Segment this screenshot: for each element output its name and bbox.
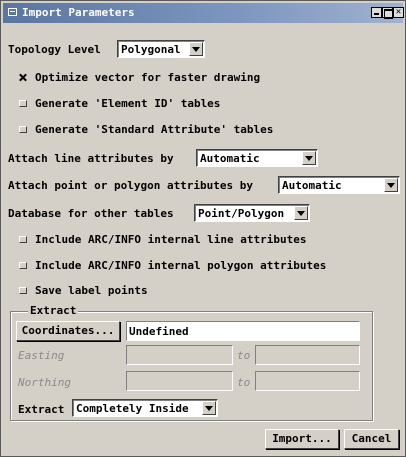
cancel-button[interactable]: Cancel <box>344 429 399 449</box>
topology-level-dropdown[interactable]: Polygonal <box>117 40 205 58</box>
easting-to-label: to <box>237 349 251 362</box>
maximize-icon[interactable] <box>382 7 393 19</box>
import-parameters-dialog: Import Parameters ✕ Topology Level Polyg… <box>0 0 406 457</box>
checkmark-icon[interactable] <box>19 74 27 81</box>
chevron-down-icon[interactable] <box>302 151 316 165</box>
extract-mode-label: Extract <box>18 403 65 416</box>
checkbox-icon[interactable] <box>19 100 27 107</box>
chevron-down-icon[interactable] <box>294 206 308 220</box>
database-value: Point/Polygon <box>198 207 285 220</box>
extract-mode-value: Completely Inside <box>76 402 189 415</box>
database-dropdown[interactable]: Point/Polygon <box>194 204 310 222</box>
window-menu-icon[interactable] <box>8 8 17 16</box>
import-button[interactable]: Import... <box>265 429 339 449</box>
topology-level-value: Polygonal <box>121 43 181 56</box>
chevron-down-icon[interactable] <box>384 178 398 192</box>
checkbox-icon[interactable] <box>19 262 27 269</box>
extract-mode-dropdown[interactable]: Completely Inside <box>72 399 218 417</box>
attach-line-label: Attach line attributes by <box>8 152 174 165</box>
save-label-points-label: Save label points <box>35 284 148 297</box>
chevron-down-icon[interactable] <box>189 42 203 56</box>
checkbox-icon[interactable] <box>19 126 27 133</box>
checkbox-icon[interactable] <box>19 236 27 243</box>
attach-point-polygon-dropdown[interactable]: Automatic <box>278 176 400 194</box>
attach-line-value: Automatic <box>200 152 260 165</box>
minimize-icon[interactable] <box>371 7 382 18</box>
attach-point-polygon-value: Automatic <box>282 179 342 192</box>
topology-level-label: Topology Level <box>8 43 101 56</box>
window-title: Import Parameters <box>22 6 135 19</box>
close-icon[interactable]: ✕ <box>393 7 404 18</box>
chevron-down-icon[interactable] <box>202 401 216 415</box>
northing-label: Northing <box>18 376 71 389</box>
coordinates-value: Undefined <box>129 325 189 338</box>
attach-point-polygon-label: Attach point or polygon attributes by <box>8 179 254 192</box>
generate-standard-attribute-label: Generate 'Standard Attribute' tables <box>35 123 274 136</box>
checkbox-icon[interactable] <box>19 287 27 294</box>
attach-line-dropdown[interactable]: Automatic <box>196 149 318 167</box>
easting-max-field <box>255 345 360 365</box>
database-label: Database for other tables <box>8 207 174 220</box>
title-bar[interactable]: Import Parameters ✕ <box>3 3 404 23</box>
include-internal-line-label: Include ARC/INFO internal line attribute… <box>35 233 307 246</box>
easting-label: Easting <box>18 349 65 362</box>
coordinates-field: Undefined <box>126 321 360 341</box>
northing-to-label: to <box>237 376 251 389</box>
generate-element-id-label: Generate 'Element ID' tables <box>35 97 221 110</box>
coordinates-button[interactable]: Coordinates... <box>16 321 120 341</box>
optimize-vector-label: Optimize vector for faster drawing <box>35 71 261 84</box>
extract-group-label: Extract <box>28 304 79 317</box>
northing-max-field <box>255 371 360 391</box>
northing-min-field <box>126 371 233 391</box>
easting-min-field <box>126 345 233 365</box>
include-internal-polygon-label: Include ARC/INFO internal polygon attrib… <box>35 259 327 272</box>
